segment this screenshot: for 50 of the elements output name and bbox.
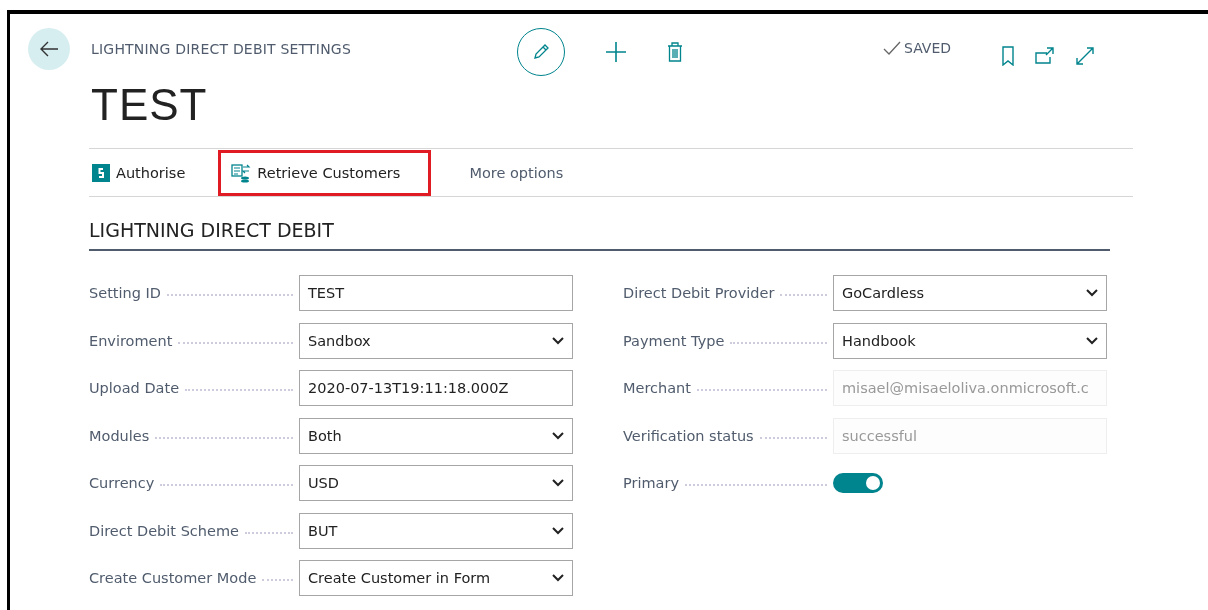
- plus-icon[interactable]: [605, 41, 627, 63]
- dropdown-field[interactable]: USD: [299, 465, 573, 501]
- list-sync-icon: [231, 162, 252, 183]
- back-arrow-icon: [39, 41, 59, 57]
- edit-button[interactable]: [517, 28, 565, 76]
- dropdown-field[interactable]: Sandbox: [299, 322, 573, 359]
- section-heading: LIGHTNING DIRECT DEBIT: [89, 219, 1110, 251]
- field-label: Create Customer Mode: [89, 570, 257, 586]
- field-label: Payment Type: [623, 332, 725, 349]
- chevron-down-icon: [1086, 289, 1098, 297]
- chevron-down-icon: [1086, 336, 1098, 345]
- field-label: Enviroment: [89, 332, 173, 349]
- readonly-field: misael@misaeloliva.onmicrosoft.c: [833, 370, 1107, 406]
- dropdown-field[interactable]: GoCardless: [833, 275, 1107, 311]
- delete-icon[interactable]: [667, 42, 683, 62]
- dropdown-field[interactable]: Both: [299, 417, 573, 454]
- field-label: Direct Debit Scheme: [89, 522, 239, 539]
- record-title: TEST: [91, 80, 209, 130]
- action-button[interactable]: More options: [466, 149, 577, 196]
- chevron-down-icon: [552, 479, 564, 487]
- pencil-icon: [531, 42, 551, 62]
- field-label: Merchant: [623, 380, 691, 396]
- dropdown-field[interactable]: Create Customer in Form: [299, 560, 573, 596]
- field-label: Primary: [623, 475, 680, 491]
- action-button[interactable]: Authorise: [89, 149, 199, 196]
- field-label: Modules: [89, 427, 150, 444]
- toggle-switch[interactable]: [833, 473, 883, 493]
- dropdown-field[interactable]: BUT: [299, 512, 573, 549]
- expand-icon[interactable]: [1075, 46, 1096, 66]
- chevron-down-icon: [552, 574, 564, 582]
- field-label: Currency: [89, 475, 155, 491]
- bookmark-icon[interactable]: [1001, 46, 1016, 66]
- field-label: Upload Date: [89, 380, 180, 396]
- chevron-down-icon: [552, 336, 564, 345]
- check-icon: [883, 41, 901, 55]
- back-button[interactable]: [28, 28, 70, 70]
- text-field[interactable]: TEST: [299, 275, 573, 311]
- field-label: Verification status: [623, 427, 754, 444]
- field-label: Direct Debit Provider: [623, 285, 775, 301]
- action-button[interactable]: Retrieve Customers: [218, 149, 432, 196]
- dropdown-field[interactable]: Handbook: [833, 322, 1107, 359]
- text-field[interactable]: 2020-07-13T19:11:18.000Z: [299, 370, 573, 406]
- saved-status: SAVED: [904, 40, 952, 56]
- field-label: Setting ID: [89, 285, 161, 301]
- page-caption: LIGHTNING DIRECT DEBIT SETTINGS: [91, 41, 352, 57]
- authorise-icon: [92, 163, 110, 182]
- open-new-window-icon[interactable]: [1035, 47, 1056, 65]
- chevron-down-icon: [552, 431, 564, 440]
- readonly-field: successful: [833, 417, 1107, 454]
- chevron-down-icon: [552, 526, 564, 535]
